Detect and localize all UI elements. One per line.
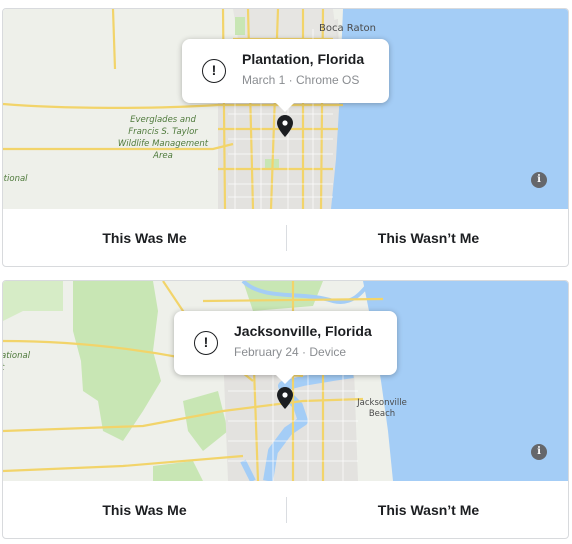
this-wasnt-me-button[interactable]: This Wasn’t Me <box>287 209 568 266</box>
alert-icon: ! <box>202 59 226 83</box>
login-location-card: Boca Raton Everglades and Francis S. Tay… <box>2 8 569 267</box>
popup-arrow <box>275 374 295 384</box>
location-popup: ! Jacksonville, Florida February 24 · De… <box>174 311 397 384</box>
info-icon[interactable]: i <box>531 444 547 460</box>
alert-icon: ! <box>194 331 218 355</box>
location-map[interactable]: Boca Raton Everglades and Francis S. Tay… <box>3 9 568 209</box>
this-was-me-button[interactable]: This Was Me <box>3 209 286 266</box>
map-label-city: Boca Raton <box>319 23 376 34</box>
map-pin-icon <box>277 115 293 137</box>
login-location-card: Jacksonville Beach ational t ! Jacksonvi… <box>2 280 569 539</box>
map-pin-icon <box>277 387 293 409</box>
info-icon[interactable]: i <box>531 172 547 188</box>
card-actions: This Was Me This Wasn’t Me <box>3 209 568 266</box>
location-map[interactable]: Jacksonville Beach ational t ! Jacksonvi… <box>3 281 568 481</box>
map-label-edge: ational <box>3 174 28 184</box>
map-label-city: Jacksonville <box>356 398 407 408</box>
login-details: February 24 · Device <box>234 345 347 359</box>
popup-arrow <box>275 102 295 112</box>
card-actions: This Was Me This Wasn’t Me <box>3 481 568 538</box>
location-popup: ! Plantation, Florida March 1 · Chrome O… <box>182 39 389 112</box>
map-label-city: Beach <box>369 409 395 419</box>
map-label-area: Everglades and <box>130 115 196 125</box>
location-title: Jacksonville, Florida <box>234 323 372 339</box>
location-title: Plantation, Florida <box>242 51 365 67</box>
this-was-me-button[interactable]: This Was Me <box>3 481 286 538</box>
map-label-area: Wildlife Management <box>118 139 209 149</box>
map-label-edge: ational <box>3 351 31 361</box>
this-wasnt-me-button[interactable]: This Wasn’t Me <box>287 481 568 538</box>
login-details: March 1 · Chrome OS <box>242 73 360 87</box>
map-label-area: Francis S. Taylor <box>128 127 198 137</box>
map-label-area: Area <box>152 151 173 161</box>
